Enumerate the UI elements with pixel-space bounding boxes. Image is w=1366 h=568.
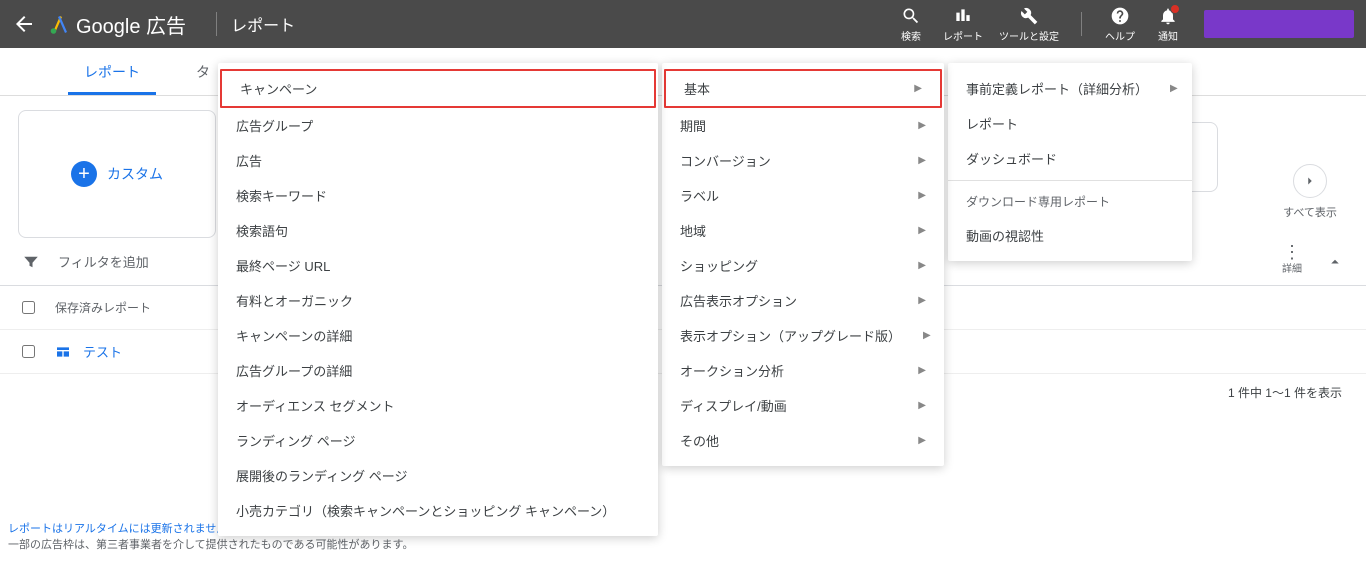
menu2-other[interactable]: その他▶ [662, 423, 944, 458]
menu1-landing[interactable]: ランディング ページ [218, 423, 658, 458]
product-name: Google 広告 [76, 10, 186, 39]
show-all-card[interactable]: すべて表示 [1272, 164, 1348, 220]
filter-icon[interactable] [22, 253, 40, 271]
chevron-right-icon: ▶ [918, 120, 926, 131]
back-arrow-icon[interactable] [12, 12, 36, 36]
chevron-right-icon: ▶ [918, 190, 926, 201]
menu1-finalurl[interactable]: 最終ページ URL [218, 248, 658, 283]
menu1-campaigndetail[interactable]: キャンペーンの詳細 [218, 318, 658, 353]
menu2-period[interactable]: 期間▶ [662, 108, 944, 143]
add-filter-label[interactable]: フィルタを追加 [58, 252, 149, 271]
chevron-right-icon: ▶ [918, 295, 926, 306]
menu3-report[interactable]: レポート [948, 106, 1192, 141]
chevron-right-icon: ▶ [923, 330, 931, 341]
table-report-icon [55, 344, 71, 360]
chevron-right-icon: ▶ [918, 365, 926, 376]
more-label: 詳細 [1282, 260, 1302, 275]
menu1-audience[interactable]: オーディエンス セグメント [218, 388, 658, 423]
notifications-button[interactable]: 通知 [1144, 2, 1192, 47]
row-checkbox[interactable] [22, 345, 35, 358]
notification-badge-icon [1170, 4, 1180, 14]
menu-separator [948, 180, 1192, 181]
menu2-basic[interactable]: 基本▶ [664, 69, 942, 108]
vertical-dots-icon: ⋮ [1283, 248, 1301, 256]
menu1-searchterm[interactable]: 検索語句 [218, 213, 658, 248]
detail-submenu: キャンペーン 広告グループ 広告 検索キーワード 検索語句 最終ページ URL … [218, 63, 658, 536]
report-label: レポート [943, 28, 983, 43]
product-logo[interactable]: Google 広告 [48, 10, 186, 39]
wrench-icon [1019, 6, 1039, 26]
menu2-conversion[interactable]: コンバージョン▶ [662, 143, 944, 178]
app-header: Google 広告 レポート 検索 レポート ツールと設定 ヘルプ 通知 [0, 0, 1366, 48]
chevron-right-icon: ▶ [918, 400, 926, 411]
main-dropdown-menu: 事前定義レポート（詳細分析）▶ レポート ダッシュボード ダウンロード専用レポー… [948, 63, 1192, 261]
menu1-expanded[interactable]: 展開後のランディング ページ [218, 458, 658, 493]
header-divider-2 [1081, 12, 1082, 36]
menu1-retail[interactable]: 小売カテゴリ（検索キャンペーンとショッピング キャンペーン） [218, 493, 658, 528]
chevron-right-icon: ▶ [914, 83, 922, 94]
chevron-up-icon[interactable] [1326, 253, 1344, 271]
more-menu[interactable]: ⋮ 詳細 [1282, 248, 1302, 275]
menu2-upgraded[interactable]: 表示オプション（アップグレード版）▶ [662, 318, 944, 353]
menu2-shopping[interactable]: ショッピング▶ [662, 248, 944, 283]
select-all-checkbox[interactable] [22, 301, 35, 314]
custom-report-card[interactable]: + カスタム [18, 110, 216, 238]
menu2-auction[interactable]: オークション分析▶ [662, 353, 944, 388]
report-button[interactable]: レポート [935, 2, 991, 47]
help-button[interactable]: ヘルプ [1096, 2, 1144, 47]
help-label: ヘルプ [1105, 28, 1135, 43]
footer-text-2: 一部の広告枠は、第三者事業者を介して提供されたものである可能性があります。 [8, 539, 413, 551]
menu2-label[interactable]: ラベル▶ [662, 178, 944, 213]
page-title: レポート [231, 12, 295, 36]
header-right: 検索 レポート ツールと設定 ヘルプ 通知 [887, 2, 1354, 47]
bar-chart-icon [953, 6, 973, 26]
search-button[interactable]: 検索 [887, 2, 935, 47]
ads-logo-icon [48, 12, 72, 36]
chevron-right-icon: ▶ [918, 260, 926, 271]
chevron-right-icon: ▶ [918, 155, 926, 166]
custom-label: カスタム [107, 164, 163, 184]
menu3-predefined[interactable]: 事前定義レポート（詳細分析）▶ [948, 71, 1192, 106]
report-name-link[interactable]: テスト [83, 342, 122, 361]
help-icon [1110, 6, 1130, 26]
menu1-keyword[interactable]: 検索キーワード [218, 178, 658, 213]
chevron-right-icon: ▶ [918, 225, 926, 236]
search-icon [901, 6, 921, 26]
menu3-video[interactable]: 動画の視認性 [948, 218, 1192, 253]
header-divider [216, 12, 217, 36]
menu3-dashboard[interactable]: ダッシュボード [948, 141, 1192, 176]
menu1-campaign[interactable]: キャンペーン [220, 69, 656, 108]
account-chip[interactable] [1204, 10, 1354, 38]
menu1-adgroup[interactable]: 広告グループ [218, 108, 658, 143]
footer-link-1[interactable]: レポートはリアルタイムには更新されません。 [8, 523, 238, 535]
category-submenu: 基本▶ 期間▶ コンバージョン▶ ラベル▶ 地域▶ ショッピング▶ 広告表示オプ… [662, 63, 944, 466]
chevron-right-circle [1293, 164, 1327, 198]
tools-button[interactable]: ツールと設定 [991, 2, 1067, 47]
chevron-right-icon: ▶ [1170, 83, 1178, 94]
menu2-display[interactable]: ディスプレイ/動画▶ [662, 388, 944, 423]
tools-label: ツールと設定 [999, 28, 1059, 43]
search-label: 検索 [901, 28, 921, 43]
menu1-paidorganic[interactable]: 有料とオーガニック [218, 283, 658, 318]
menu3-section-label: ダウンロード専用レポート [948, 185, 1192, 218]
chevron-right-icon: ▶ [918, 435, 926, 446]
menu1-adgroupdetail[interactable]: 広告グループの詳細 [218, 353, 658, 388]
show-all-label: すべて表示 [1272, 204, 1348, 220]
menu1-ad[interactable]: 広告 [218, 143, 658, 178]
plus-icon: + [71, 161, 97, 187]
chevron-right-icon [1303, 174, 1317, 188]
tab-report[interactable]: レポート [56, 48, 168, 95]
menu2-region[interactable]: 地域▶ [662, 213, 944, 248]
menu2-extensions[interactable]: 広告表示オプション▶ [662, 283, 944, 318]
notif-label: 通知 [1158, 28, 1178, 43]
